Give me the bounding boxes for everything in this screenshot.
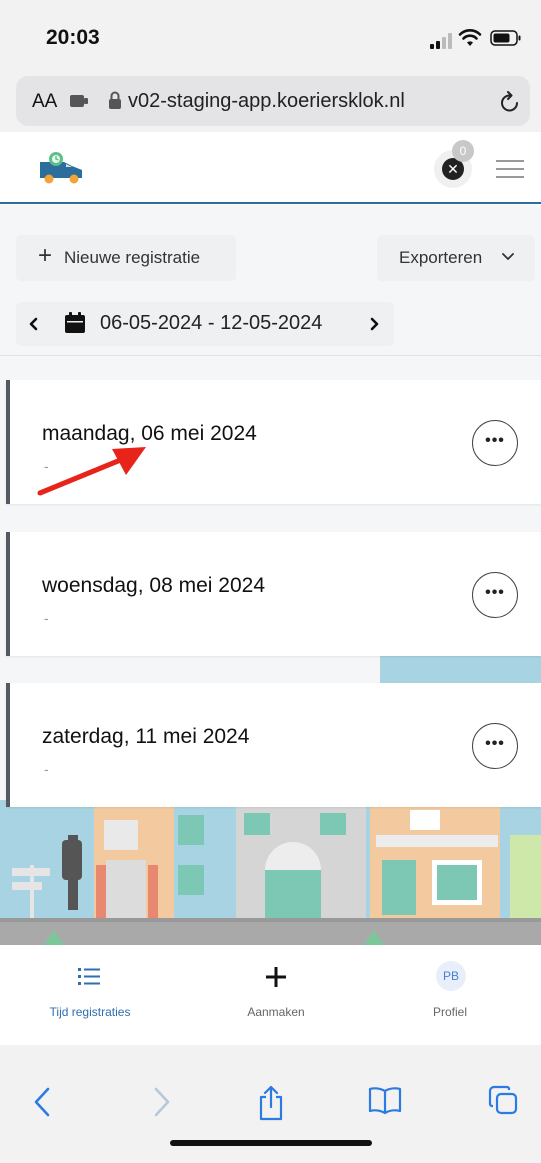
reload-icon[interactable] <box>498 88 522 114</box>
card-detail: - <box>44 610 49 626</box>
nav-label: Aanmaken <box>247 1005 305 1019</box>
divider <box>0 355 541 356</box>
notification-badge: 0 <box>452 140 474 162</box>
app-header: ✕ 0 <box>0 132 541 204</box>
ellipsis-icon: ••• <box>485 584 505 601</box>
date-range-picker[interactable]: 06-05-2024 - 12-05-2024 <box>16 302 394 346</box>
van-logo[interactable] <box>36 150 86 184</box>
registration-card[interactable]: zaterdag, 11 mei 2024 - ••• <box>6 683 541 807</box>
avatar: PB <box>436 961 466 991</box>
battery-icon <box>490 30 521 46</box>
status-bar: 20:03 <box>0 0 541 70</box>
hamburger-menu-icon[interactable] <box>496 158 524 180</box>
notification-button[interactable]: ✕ 0 <box>430 140 478 192</box>
new-registration-button[interactable]: + Nieuwe registratie <box>16 235 236 281</box>
plus-icon: + <box>38 242 53 269</box>
forward-icon <box>154 1087 170 1117</box>
browser-bar: AA v02-staging-app.koeriersklok.nl <box>0 70 541 132</box>
text-size-button[interactable]: AA <box>32 91 57 113</box>
date-range-text: 06-05-2024 - 12-05-2024 <box>100 312 323 334</box>
export-dropdown[interactable]: Exporteren <box>377 235 535 281</box>
chevron-left-icon[interactable] <box>28 316 40 332</box>
bottom-nav: Tijd registraties Aanmaken PB Profiel <box>0 945 541 1045</box>
more-options-button[interactable]: ••• <box>472 420 518 466</box>
registration-card[interactable]: woensdag, 08 mei 2024 - ••• <box>6 532 541 656</box>
address-bar[interactable]: AA v02-staging-app.koeriersklok.nl <box>16 76 530 126</box>
back-icon[interactable] <box>32 1085 54 1119</box>
chevron-right-icon[interactable] <box>368 316 380 332</box>
nav-profile[interactable]: PB Profiel <box>360 945 540 1045</box>
nav-time-registrations[interactable]: Tijd registraties <box>0 945 180 1045</box>
share-icon[interactable] <box>256 1085 286 1121</box>
home-indicator <box>170 1140 372 1146</box>
status-time: 20:03 <box>46 26 100 49</box>
signal-icon <box>430 33 452 49</box>
extension-icon[interactable] <box>68 92 90 110</box>
nav-label: Profiel <box>432 1005 467 1019</box>
lock-icon <box>109 91 121 109</box>
ellipsis-icon: ••• <box>485 735 505 752</box>
export-label: Exporteren <box>399 248 483 267</box>
plus-icon <box>266 967 286 987</box>
calendar-icon <box>65 312 85 333</box>
card-detail: - <box>44 761 49 777</box>
chevron-down-icon <box>502 253 514 260</box>
ellipsis-icon: ••• <box>485 432 505 449</box>
new-registration-label: Nieuwe registratie <box>64 248 201 267</box>
wifi-icon <box>458 29 482 46</box>
more-options-button[interactable]: ••• <box>472 723 518 769</box>
more-options-button[interactable]: ••• <box>472 572 518 618</box>
list-icon <box>78 968 100 985</box>
bookmarks-icon[interactable] <box>368 1085 402 1115</box>
card-date: zaterdag, 11 mei 2024 <box>42 725 250 748</box>
nav-create[interactable]: Aanmaken <box>186 945 366 1045</box>
annotation-arrow <box>37 447 146 496</box>
url-text: v02-staging-app.koeriersklok.nl <box>128 90 405 112</box>
tabs-icon[interactable] <box>488 1085 518 1115</box>
nav-label: Tijd registraties <box>49 1005 131 1019</box>
card-date: woensdag, 08 mei 2024 <box>42 574 265 597</box>
main-content: + Nieuwe registratie Exporteren 06-05-20… <box>0 205 541 945</box>
